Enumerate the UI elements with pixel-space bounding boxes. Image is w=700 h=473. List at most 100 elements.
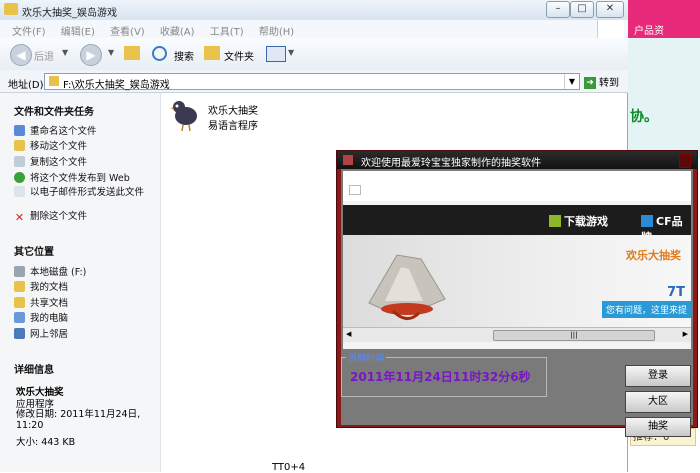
search-icon[interactable] (152, 46, 167, 61)
go-button-label: 转到 (599, 78, 619, 89)
up-folder-icon[interactable] (124, 46, 140, 60)
task-move[interactable]: 移动这个文件 (14, 138, 87, 152)
forward-dropdown-icon[interactable]: ▼ (108, 48, 114, 57)
menu-bar: 文件(F) 编辑(E) 查看(V) 收藏(A) 工具(T) 帮助(H) (0, 20, 628, 39)
menu-favorites[interactable]: 收藏(A) (160, 23, 195, 38)
web-content-area (626, 38, 700, 158)
folders-button-label[interactable]: 文件夹 (224, 48, 254, 63)
details-header[interactable]: 详细信息 (14, 361, 54, 376)
windows-logo-icon (597, 20, 624, 38)
menu-file[interactable]: 文件(F) (12, 23, 46, 38)
place-shared-documents-label: 共享文档 (30, 298, 69, 309)
gift-bag-image (368, 254, 446, 320)
place-shared-documents[interactable]: 共享文档 (14, 295, 68, 309)
details-size: 大小: 443 KB (16, 437, 76, 448)
task-rename[interactable]: 重命名这个文件 (14, 123, 97, 137)
banner-title: 欢乐大抽奖 (626, 249, 681, 262)
embedded-browser[interactable]: 下载游戏 CF品牌 欢乐大抽奖 7T 您有问题，这里来提 ◀ ||| ▶ (343, 171, 691, 349)
address-value[interactable]: F:\欢乐大抽奖_娱岛游戏 (63, 76, 170, 91)
close-button[interactable]: ✕ (596, 1, 624, 18)
scroll-right-icon[interactable]: ▶ (683, 330, 688, 338)
views-icon[interactable] (266, 46, 286, 62)
menu-tools[interactable]: 工具(T) (210, 23, 244, 38)
maximize-button[interactable]: □ (570, 1, 594, 18)
partial-text: TT0+4 (272, 462, 306, 473)
my-computer-icon (14, 312, 25, 323)
browser-top-strip (343, 171, 691, 201)
address-bar: 地址(D) F:\欢乐大抽奖_娱岛游戏 ▼ ➜ 转到 (0, 70, 628, 93)
scroll-thumb[interactable]: ||| (493, 330, 655, 341)
email-icon (14, 186, 25, 197)
horizontal-scrollbar[interactable]: ◀ ||| ▶ (343, 327, 691, 342)
views-dropdown-icon[interactable]: ▼ (288, 48, 294, 57)
place-my-computer-label: 我的电脑 (30, 313, 69, 324)
web-header-tab[interactable]: 户品资 (634, 22, 664, 37)
task-email[interactable]: 以电子邮件形式发送此文件 (14, 186, 144, 198)
place-my-computer[interactable]: 我的电脑 (14, 310, 68, 324)
address-folder-icon (49, 76, 59, 86)
toolbar: ◀ 后退 ▼ ▶ ▼ 搜索 文件夹 ▼ (0, 38, 628, 71)
task-delete-label: 删除这个文件 (30, 211, 88, 222)
task-delete[interactable]: ✕ 删除这个文件 (14, 208, 87, 223)
copy-icon (14, 156, 25, 167)
minimize-button[interactable]: – (546, 1, 570, 18)
lottery-dialog: 欢迎使用最爱玲宝宝独家制作的抽奖软件 下载游戏 CF品牌 欢乐大抽奖 7T 您有… (336, 150, 698, 437)
file-type: 易语言程序 (208, 121, 258, 132)
browser-nav-bar: 下载游戏 CF品牌 (343, 205, 691, 244)
login-button[interactable]: 登录 (625, 365, 691, 387)
place-network[interactable]: 网上邻居 (14, 326, 68, 340)
drive-icon (14, 266, 25, 277)
search-button-label[interactable]: 搜索 (174, 48, 194, 63)
dialog-close-icon[interactable] (679, 154, 691, 168)
file-tasks-header[interactable]: 文件和文件夹任务 (14, 103, 94, 118)
time-group-box: 当前时间 2011年11月24日11时32分6秒 (341, 351, 547, 397)
forward-arrow-icon[interactable]: ▶ (80, 44, 102, 66)
small-image-icon (349, 185, 361, 195)
task-publish-label: 将这个文件发布到 Web (30, 173, 130, 184)
web-green-text: 协。 (630, 109, 658, 125)
banner-logo: 7T (667, 285, 685, 300)
promo-banner[interactable]: 欢乐大抽奖 7T 您有问题，这里来提 (343, 235, 691, 327)
menu-view[interactable]: 查看(V) (110, 23, 145, 38)
delete-icon: ✕ (14, 211, 25, 224)
draw-button[interactable]: 抽奖 (625, 417, 691, 437)
task-copy[interactable]: 复制这个文件 (14, 154, 87, 168)
place-local-disk[interactable]: 本地磁盘 (F:) (14, 264, 86, 278)
back-dropdown-icon[interactable]: ▼ (62, 48, 68, 57)
nav-download-games[interactable]: 下载游戏 (549, 213, 608, 229)
task-move-label: 移动这个文件 (30, 141, 88, 152)
address-dropdown-icon[interactable]: ▼ (564, 74, 579, 89)
rename-icon (14, 125, 25, 136)
bird-file-icon[interactable] (170, 98, 200, 132)
details-modified: 修改日期: 2011年11月24日, 11:20 (16, 409, 141, 431)
title-bar[interactable]: 欢乐大抽奖_娱岛游戏 – □ ✕ (0, 0, 628, 20)
move-icon (14, 140, 25, 151)
go-button[interactable]: ➜ 转到 (584, 74, 619, 89)
region-button[interactable]: 大区 (625, 391, 691, 413)
other-places-header[interactable]: 其它位置 (14, 243, 54, 258)
task-email-label: 以电子邮件形式发送此文件 (30, 187, 145, 198)
address-input[interactable]: F:\欢乐大抽奖_娱岛游戏 ▼ (44, 73, 580, 91)
dialog-body: 下载游戏 CF品牌 欢乐大抽奖 7T 您有问题，这里来提 ◀ ||| ▶ (341, 169, 693, 437)
back-arrow-icon[interactable]: ◀ (10, 44, 32, 66)
place-my-documents[interactable]: 我的文档 (14, 279, 68, 293)
help-link[interactable]: 您有问题，这里来提 (601, 301, 691, 318)
web-header-bar: 户品资 (626, 0, 700, 38)
scroll-left-icon[interactable]: ◀ (346, 330, 351, 338)
dialog-title-bar[interactable]: 欢迎使用最爱玲宝宝独家制作的抽奖软件 (337, 151, 697, 169)
menu-help[interactable]: 帮助(H) (259, 23, 294, 38)
task-publish-web[interactable]: 将这个文件发布到 Web (14, 170, 130, 184)
dialog-title: 欢迎使用最爱玲宝宝独家制作的抽奖软件 (361, 158, 541, 169)
place-my-documents-label: 我的文档 (30, 282, 69, 293)
time-label: 当前时间 (346, 351, 387, 364)
menu-edit[interactable]: 编辑(E) (61, 23, 95, 38)
back-button-label[interactable]: 后退 (34, 48, 54, 63)
folders-icon[interactable] (204, 46, 220, 60)
window-title: 欢乐大抽奖_娱岛游戏 (22, 8, 117, 19)
my-documents-icon (14, 281, 25, 292)
task-rename-label: 重命名这个文件 (30, 126, 97, 137)
app-icon (343, 155, 353, 165)
address-label: 地址(D) (8, 80, 44, 91)
file-name[interactable]: 欢乐大抽奖 (208, 102, 258, 117)
place-network-label: 网上邻居 (30, 329, 69, 340)
